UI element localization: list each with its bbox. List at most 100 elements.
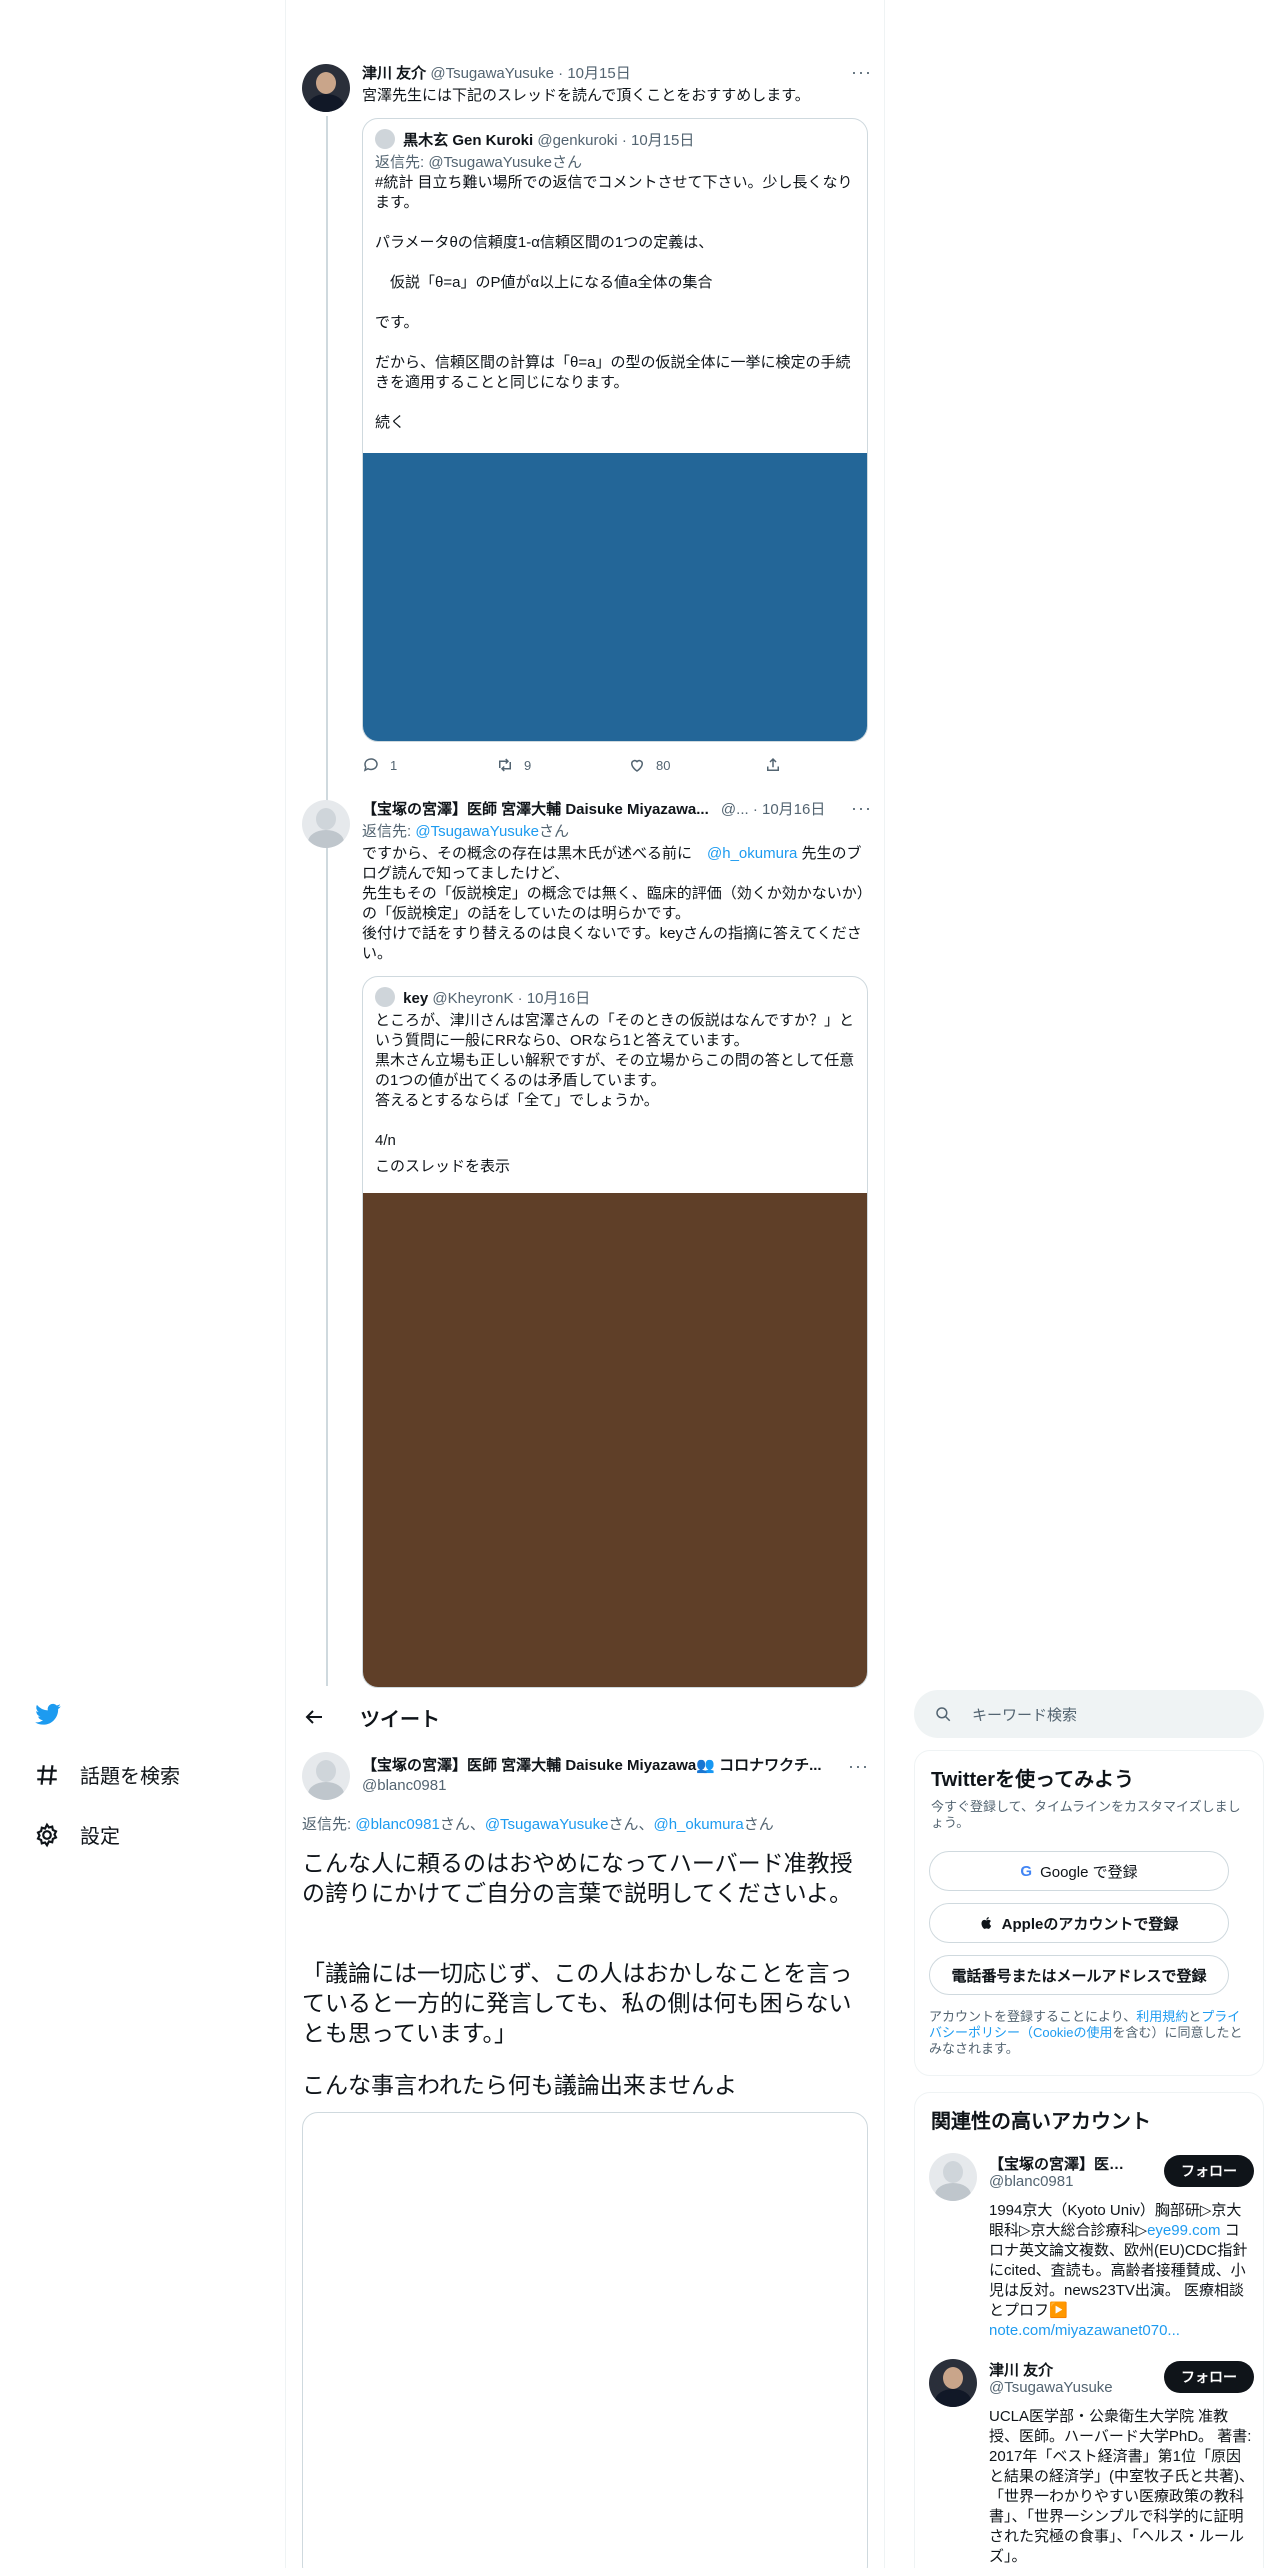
tweet-header: 津川 友介 @TsugawaYusuke · 10月15日 bbox=[362, 65, 631, 82]
reply-prefix: 返信先: bbox=[302, 1816, 356, 1833]
quoted-tweet[interactable]: 黒木玄 Gen Kuroki @genkuroki · 10月15日 返信先: … bbox=[362, 118, 868, 742]
reply-mention[interactable]: @TsugawaYusuke bbox=[415, 823, 539, 840]
google-icon: G bbox=[1020, 1862, 1033, 1880]
signup-legal: アカウントを登録することにより、利用規約とプライバシーポリシー（Cookieの使… bbox=[929, 2009, 1247, 2057]
bio-link[interactable]: note.com/miyazawanet070... bbox=[989, 2322, 1180, 2339]
quote-date: 10月15日 bbox=[630, 132, 695, 149]
tweet-miyazawa[interactable]: 【宝塚の宮澤】医師 宮澤大輔 Daisuke Miyazawa... @... … bbox=[302, 798, 872, 1690]
bio-link[interactable]: eye99.com bbox=[1147, 2222, 1220, 2239]
legal-text: と bbox=[1188, 2009, 1202, 2024]
nav-explore-label: 話題を検索 bbox=[80, 1766, 180, 1788]
tweet-text: ですから、その概念の存在は黒木氏が述べる前に @h_okumura 先生のブログ… bbox=[362, 844, 872, 964]
share-icon bbox=[767, 757, 779, 771]
author-name[interactable]: 津川 友介 bbox=[362, 65, 426, 82]
reply-sep: さん、 bbox=[608, 1816, 654, 1833]
account-card[interactable]: 津川 友介 @TsugawaYusuke フォロー UCLA医学部・公衆衛生大学… bbox=[929, 2359, 1254, 2568]
main-tweet-paragraph: こんな人に頼るのはおやめになってハーバード准教授の誇りにかけてご自分の言葉で説明… bbox=[302, 1850, 853, 1906]
retweet-button[interactable]: 9 bbox=[496, 756, 531, 774]
account-handle[interactable]: @blanc0981 bbox=[989, 2173, 1073, 2190]
account-name[interactable]: 津川 友介 bbox=[989, 2359, 1139, 2380]
search-input[interactable]: キーワード検索 bbox=[914, 1690, 1264, 1738]
tweet-date[interactable]: 10月15日 bbox=[567, 65, 630, 82]
share-button[interactable] bbox=[764, 756, 782, 774]
tweet-date[interactable]: 10月16日 bbox=[762, 801, 825, 818]
author-handle[interactable]: @... bbox=[721, 801, 749, 818]
nav-explore[interactable]: 話題を検索 bbox=[34, 1760, 180, 1789]
tweet-text-part: ですから、その概念の存在は黒木氏が述べる前に bbox=[362, 845, 708, 862]
quote-image[interactable] bbox=[363, 453, 867, 741]
quote-date: 10月16日 bbox=[526, 990, 591, 1007]
more-icon[interactable]: ··· bbox=[851, 798, 872, 819]
phone-email-signup-button[interactable]: 電話番号またはメールアドレスで登録 bbox=[929, 1955, 1229, 1995]
left-column-divider bbox=[285, 0, 286, 2568]
author-name[interactable]: 【宝塚の宮澤】医師 宮澤大輔 Daisuke Miyazawa... bbox=[362, 801, 709, 818]
follow-button[interactable]: フォロー bbox=[1164, 2155, 1254, 2187]
more-icon[interactable]: ··· bbox=[848, 1756, 869, 1777]
quote-reply-label: 返信先: @TsugawaYusukeさん bbox=[375, 154, 582, 171]
like-count: 80 bbox=[656, 757, 671, 773]
right-column-divider bbox=[884, 0, 885, 2568]
reply-suffix: さん bbox=[743, 1816, 774, 1833]
signup-title: Twitterを使ってみよう bbox=[931, 1769, 1135, 1791]
retweet-count: 9 bbox=[524, 757, 532, 773]
main-tweet-paragraph: こんな事言われたら何も議論出来ませんよ bbox=[302, 2072, 738, 2098]
search-icon bbox=[936, 1707, 951, 1722]
nav-settings[interactable]: 設定 bbox=[34, 1820, 120, 1849]
account-name[interactable]: 【宝塚の宮澤】医師 ... bbox=[989, 2153, 1139, 2174]
search-placeholder: キーワード検索 bbox=[972, 1706, 1078, 1724]
mention-link[interactable]: @h_okumura bbox=[707, 845, 797, 862]
avatar[interactable] bbox=[929, 2359, 977, 2407]
signup-panel: Twitterを使ってみよう 今すぐ登録して、タイムラインをカスタマイズしましょ… bbox=[914, 1750, 1264, 2076]
show-thread-link[interactable]: このスレッドを表示 bbox=[375, 1157, 855, 1177]
main-tweet-header: 【宝塚の宮澤】医師 宮澤大輔 Daisuke Miyazawa👥 コロナワクチ.… bbox=[362, 1756, 822, 1776]
reply-mention[interactable]: @TsugawaYusuke bbox=[485, 1816, 609, 1833]
quote-text: #統計 目立ち難い場所での返信でコメントさせて下さい。少し長くなります。 パラメ… bbox=[375, 174, 853, 431]
apple-signup-button[interactable]: Appleのアカウントで登録 bbox=[929, 1903, 1229, 1943]
media-card[interactable] bbox=[302, 2112, 868, 2568]
reply-to: 返信先: @blanc0981さん、@TsugawaYusukeさん、@h_ok… bbox=[302, 1815, 872, 1835]
avatar bbox=[375, 129, 395, 149]
relevant-title: 関連性の高いアカウント bbox=[931, 2111, 1151, 2133]
main-header: ツイート bbox=[302, 1694, 872, 1740]
account-bio: 1994京大（Kyoto Univ）胸部研▷京大眼科▷京大総合診療科▷eye99… bbox=[989, 2201, 1254, 2341]
quote-author-handle: @genkuroki bbox=[537, 132, 618, 149]
twitter-bird-icon[interactable] bbox=[32, 1701, 64, 1729]
relevant-accounts-panel: 関連性の高いアカウント 【宝塚の宮澤】医師 ... @blanc0981 フォロ… bbox=[914, 2092, 1264, 2568]
avatar[interactable] bbox=[302, 1752, 350, 1800]
quote-image[interactable] bbox=[363, 1193, 867, 1687]
apple-signup-label: Appleのアカウントで登録 bbox=[1001, 1915, 1179, 1933]
terms-link[interactable]: 利用規約 bbox=[1136, 2009, 1188, 2024]
like-button[interactable]: 80 bbox=[628, 756, 670, 774]
quoted-tweet[interactable]: key @KheyronK · 10月16日 ところが、津川さんは宮澤さんの「そ… bbox=[362, 976, 868, 1688]
apple-icon bbox=[981, 1916, 991, 1929]
reply-mention[interactable]: @h_okumura bbox=[653, 1816, 743, 1833]
avatar bbox=[375, 987, 395, 1007]
more-icon[interactable]: ··· bbox=[851, 62, 872, 83]
legal-text: アカウントを登録することにより、 bbox=[929, 2009, 1137, 2024]
author-name[interactable]: 【宝塚の宮澤】医師 宮澤大輔 Daisuke Miyazawa👥 コロナワクチ.… bbox=[362, 1757, 822, 1774]
account-handle[interactable]: @TsugawaYusuke bbox=[989, 2379, 1113, 2396]
gear-icon bbox=[36, 1822, 58, 1847]
reply-prefix: 返信先: bbox=[362, 823, 416, 840]
tweet-header: 【宝塚の宮澤】医師 宮澤大輔 Daisuke Miyazawa... @... … bbox=[362, 801, 826, 818]
quote-header: key @KheyronK · 10月16日 bbox=[375, 987, 590, 1009]
quote-author-name: 黒木玄 Gen Kuroki bbox=[403, 132, 534, 149]
page-title: ツイート bbox=[360, 1708, 440, 1731]
google-signup-button[interactable]: G Google で登録 bbox=[929, 1851, 1229, 1891]
reply-icon bbox=[363, 758, 378, 772]
tweet-text: 宮澤先生には下記のスレッドを読んで頂くことをおすすめします。 bbox=[362, 87, 810, 104]
phone-signup-label: 電話番号またはメールアドレスで登録 bbox=[951, 1967, 1207, 1985]
follow-button[interactable]: フォロー bbox=[1164, 2361, 1254, 2393]
reply-to: 返信先: @TsugawaYusukeさん bbox=[362, 822, 569, 842]
reply-mention[interactable]: @blanc0981 bbox=[355, 1816, 439, 1833]
reply-button[interactable]: 1 bbox=[362, 756, 397, 774]
reply-suffix: さん bbox=[538, 823, 569, 840]
avatar[interactable] bbox=[929, 2153, 977, 2201]
tweet-text-part: 先生のブログ読んで知ってましたけど、 先生もその「仮説検定」の概念では無く、臨床… bbox=[362, 845, 872, 962]
hashtag-icon bbox=[37, 1764, 57, 1785]
author-handle[interactable]: @TsugawaYusuke bbox=[430, 65, 554, 82]
quote-author-handle: @KheyronK bbox=[432, 990, 514, 1007]
tweet-tsugawa[interactable]: 津川 友介 @TsugawaYusuke · 10月15日 ··· 宮澤先生には… bbox=[302, 62, 872, 773]
back-arrow-icon[interactable] bbox=[302, 1705, 326, 1729]
reply-sep: さん、 bbox=[439, 1816, 485, 1833]
